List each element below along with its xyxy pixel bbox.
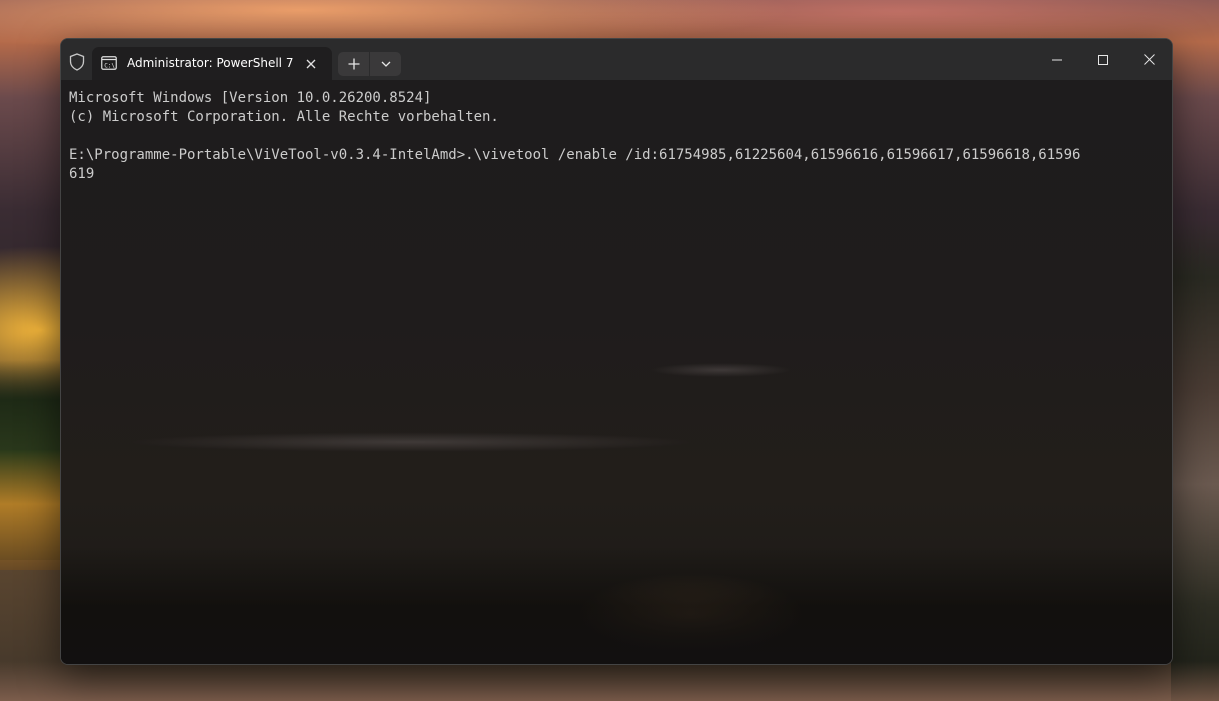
plus-icon xyxy=(348,58,359,70)
shield-icon xyxy=(69,53,85,71)
terminal-content[interactable]: Microsoft Windows [Version 10.0.26200.85… xyxy=(61,80,1172,664)
chevron-down-icon xyxy=(381,61,390,67)
desktop-wallpaper: C:\ Administrator: PowerShell 7 P Micros… xyxy=(0,0,1219,701)
wallpaper-cliff xyxy=(1171,220,1219,701)
new-tab-button[interactable] xyxy=(338,52,369,76)
title-bar[interactable]: C:\ Administrator: PowerShell 7 P xyxy=(61,39,1172,80)
console-output[interactable]: Microsoft Windows [Version 10.0.26200.85… xyxy=(69,89,1159,184)
console-command-line: E:\Programme-Portable\ViVeTool-v0.3.4-In… xyxy=(69,147,1081,163)
console-line: 619 xyxy=(69,166,95,182)
terminal-window[interactable]: C:\ Administrator: PowerShell 7 P Micros… xyxy=(60,38,1173,665)
minimize-button[interactable] xyxy=(1034,39,1080,80)
close-icon xyxy=(1143,54,1155,65)
close-icon xyxy=(306,59,316,69)
tab-actions xyxy=(338,52,401,76)
tab-powershell[interactable]: C:\ Administrator: PowerShell 7 P xyxy=(92,47,332,80)
console-line: Microsoft Windows [Version 10.0.26200.85… xyxy=(69,90,432,106)
terminal-icon: C:\ xyxy=(101,56,117,70)
maximize-button[interactable] xyxy=(1080,39,1126,80)
minimize-icon xyxy=(1052,59,1062,60)
tab-title: Administrator: PowerShell 7 P xyxy=(127,56,295,70)
maximize-icon xyxy=(1098,54,1108,65)
console-line: (c) Microsoft Corporation. Alle Rechte v… xyxy=(69,109,499,125)
background-shore xyxy=(61,546,1172,664)
profile-dropdown-button[interactable] xyxy=(370,52,401,76)
wallpaper-lake xyxy=(0,450,62,570)
window-controls xyxy=(1034,39,1172,80)
tab-close-button[interactable] xyxy=(301,54,321,74)
wallpaper-glow xyxy=(0,661,1219,701)
close-window-button[interactable] xyxy=(1126,39,1172,80)
svg-text:C:\: C:\ xyxy=(104,62,115,69)
